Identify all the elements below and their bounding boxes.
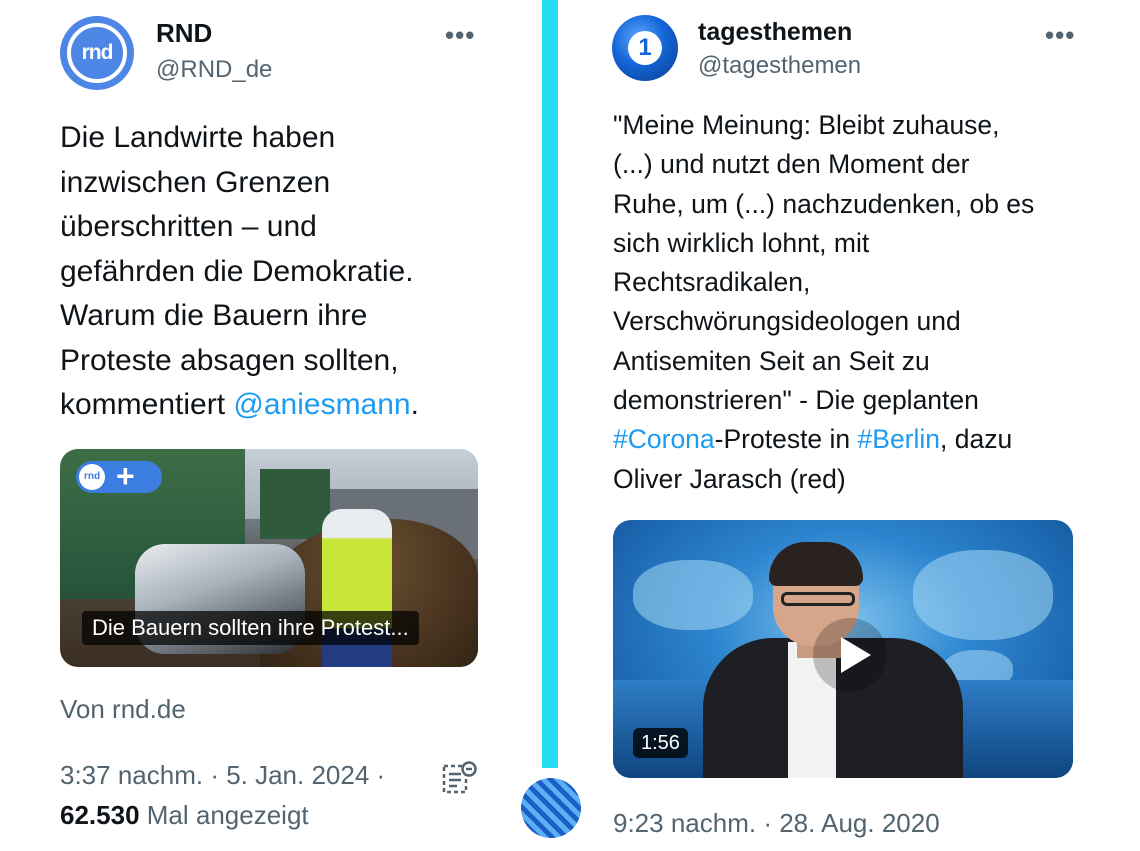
- tweet-text-segment: .: [410, 388, 419, 421]
- rnd-logo-text: rnd: [81, 41, 114, 64]
- author-name[interactable]: RND: [156, 18, 212, 49]
- tweet-text-line: (...) und nutzt den Moment der: [613, 149, 970, 180]
- ard-one-logo: 1: [638, 34, 652, 61]
- author-handle[interactable]: @tagesthemen: [698, 52, 861, 80]
- tweet-text-line: #Corona-Proteste in #Berlin, dazu: [613, 420, 1113, 459]
- tweet-text-segment: kommentiert: [60, 388, 234, 421]
- tweet-text-line: Verschwörungsideologen und: [613, 306, 961, 337]
- card-caption: Die Bauern sollten ihre Protest...: [82, 611, 419, 645]
- tweet-text-line: kommentiert @aniesmann.: [60, 383, 500, 428]
- video-player[interactable]: 1:56: [613, 520, 1073, 778]
- map-continent: [633, 560, 753, 630]
- map-continent: [913, 550, 1053, 640]
- hashtag-link[interactable]: #Berlin: [858, 424, 941, 454]
- mention-link[interactable]: @aniesmann: [233, 388, 410, 421]
- author-name[interactable]: tagesthemen: [698, 18, 852, 47]
- tweet-text-line: Antisemiten Seit an Seit zu: [613, 345, 930, 376]
- thread-divider-bar: [542, 0, 558, 768]
- pattern-avatar: [521, 778, 581, 838]
- view-count-number: 62.530: [60, 800, 140, 830]
- tweet-text-line: Ruhe, um (...) nachzudenken, ob es: [613, 188, 1035, 219]
- tweet-text: "Meine Meinung: Bleibt zuhause, (...) un…: [613, 106, 1113, 499]
- tweet-text-line: inzwischen Grenzen: [60, 165, 331, 199]
- link-preview-card[interactable]: rnd + Die Bauern sollten ihre Protest...: [60, 449, 478, 667]
- tweet-text-line: sich wirklich lohnt, mit: [613, 227, 870, 258]
- tagesthemen-avatar[interactable]: 1: [612, 15, 678, 81]
- tweet-text-line: gefährden die Demokratie.: [60, 254, 414, 288]
- more-options-icon[interactable]: •••: [1045, 20, 1075, 51]
- presenter-glasses: [781, 592, 855, 606]
- rnd-plus-badge: rnd +: [76, 458, 162, 494]
- tweet-text-segment: -Proteste in: [714, 424, 858, 455]
- more-options-icon[interactable]: •••: [445, 20, 475, 51]
- rnd-avatar[interactable]: rnd: [60, 16, 134, 90]
- author-handle[interactable]: @RND_de: [156, 56, 272, 84]
- video-duration: 1:56: [633, 728, 688, 758]
- play-triangle: [841, 637, 871, 673]
- tweet-text-line: "Meine Meinung: Bleibt zuhause,: [613, 110, 1000, 140]
- tweet-text-line: Die Landwirte haben: [60, 121, 336, 154]
- tweet-text-line: demonstrieren" - Die geplanten: [613, 385, 979, 416]
- tweet-text-line: Proteste absagen sollten,: [60, 343, 399, 377]
- play-button-icon[interactable]: [813, 618, 887, 692]
- presenter-hair: [769, 542, 863, 586]
- analytics-icon[interactable]: [442, 760, 478, 796]
- tweet-text-line: Rechtsradikalen,: [613, 267, 811, 298]
- tweet-text: Die Landwirte haben inzwischen Grenzen ü…: [60, 116, 500, 428]
- tweet-text-line: Warum die Bauern ihre: [60, 299, 368, 332]
- tweet-text-line: Oliver Jarasch (red): [613, 463, 846, 494]
- view-count-label: Mal angezeigt: [146, 800, 309, 830]
- plus-icon: +: [116, 458, 135, 494]
- photo-tractor-distant: [260, 469, 330, 539]
- tweet-text-line: überschritten – und: [60, 210, 317, 243]
- tweet-timestamp[interactable]: 9:23 nachm. · 28. Aug. 2020: [613, 808, 940, 839]
- card-source[interactable]: Von rnd.de: [60, 694, 186, 725]
- tweet-rnd[interactable]: rnd RND @RND_de ••• Die Landwirte haben …: [0, 0, 528, 851]
- view-count: 62.530 Mal angezeigt: [60, 800, 309, 831]
- rnd-plus-logo: rnd: [79, 464, 105, 490]
- hashtag-link[interactable]: #Corona: [613, 424, 715, 454]
- tweet-timestamp[interactable]: 3:37 nachm. · 5. Jan. 2024 ·: [60, 760, 385, 791]
- tweet-text-segment: , dazu: [940, 424, 1013, 455]
